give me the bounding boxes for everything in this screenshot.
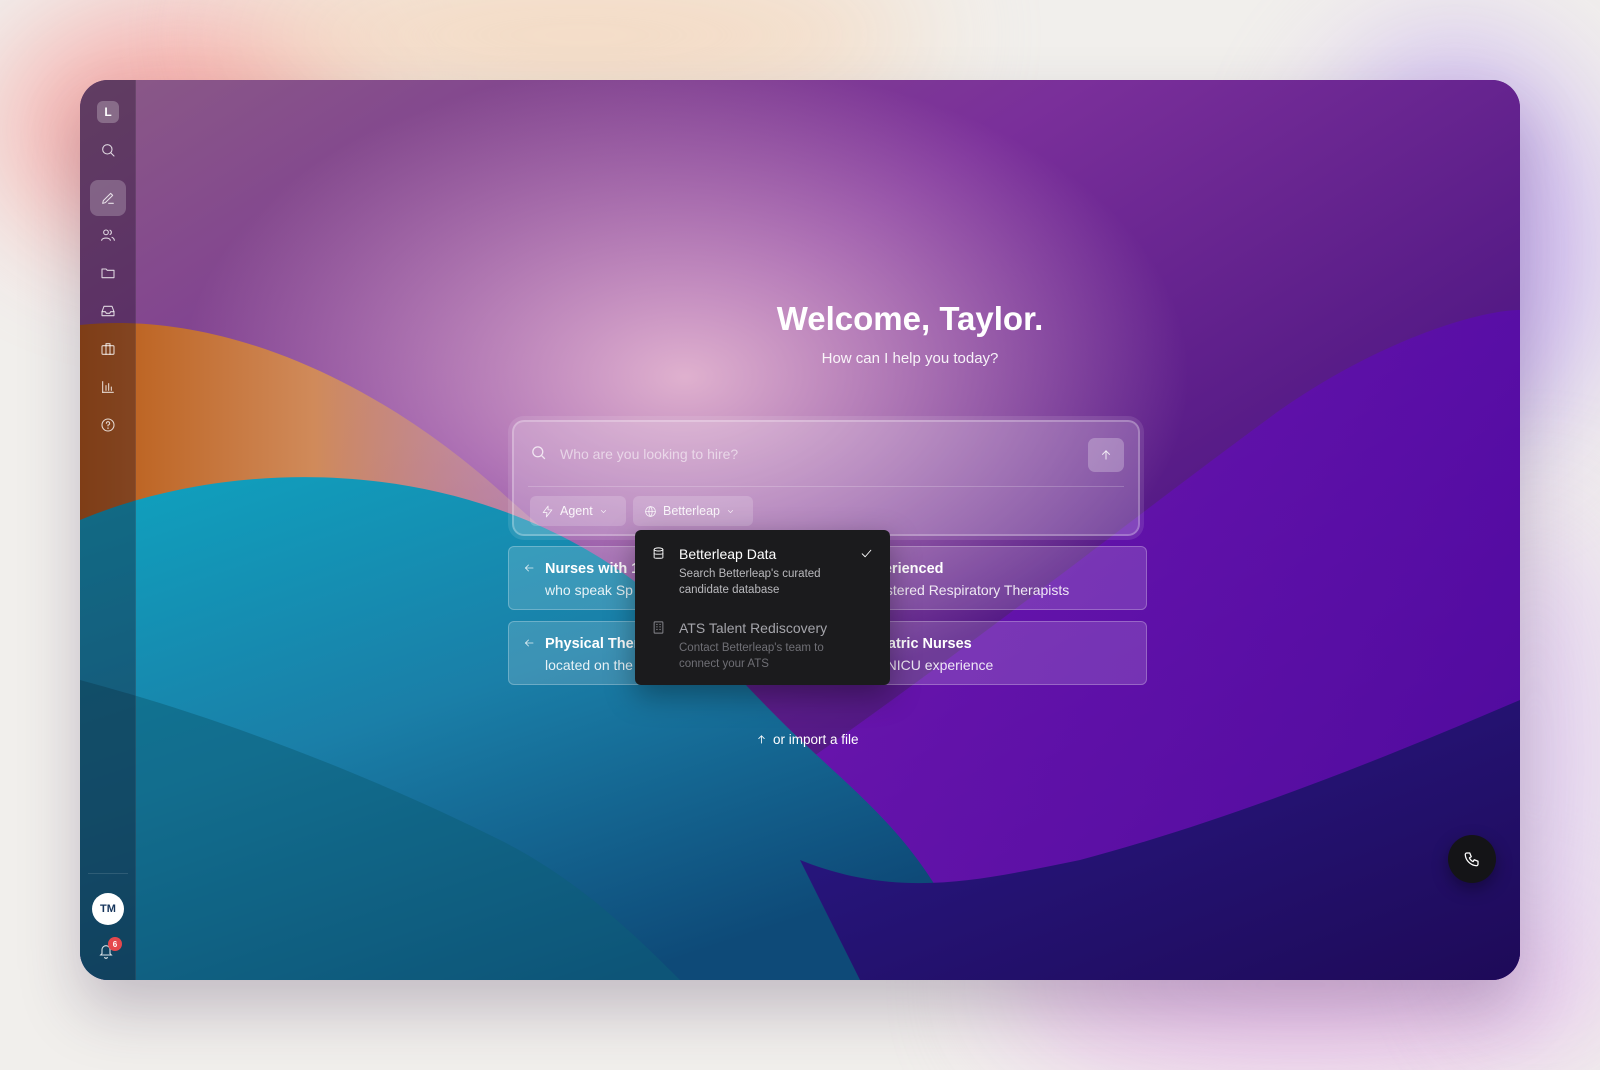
source-option-title: Betterleap Data <box>679 546 777 562</box>
notification-count-badge: 6 <box>108 937 122 951</box>
arrow-up-icon <box>758 734 765 744</box>
source-dropdown[interactable]: Betterleap <box>633 496 753 526</box>
sidebar-item-analytics[interactable] <box>90 369 126 405</box>
user-avatar[interactable]: TM <box>92 893 124 925</box>
source-option-ats-talent-rediscovery[interactable]: ATS Talent Rediscovery Contact Betterlea… <box>635 604 890 674</box>
help-circle-icon <box>101 418 115 432</box>
lightning-icon <box>542 505 553 517</box>
call-button[interactable] <box>1448 835 1496 883</box>
globe-icon <box>645 505 656 517</box>
arrow-up-icon <box>1101 450 1111 460</box>
agent-mode-label: Agent <box>560 504 593 518</box>
briefcase-icon <box>101 343 115 355</box>
sidebar-item-jobs[interactable] <box>90 331 126 367</box>
source-option-description: Search Betterleap's curated candidate da… <box>679 568 821 596</box>
suggestion-title: Nurses with 1 <box>545 561 635 577</box>
check-icon <box>860 547 874 561</box>
sidebar-item-candidates[interactable] <box>90 217 126 253</box>
workspace-logo[interactable]: L <box>97 101 119 123</box>
suggestion-subtitle: n NICU experience <box>875 657 994 673</box>
search-input[interactable] <box>558 442 1062 466</box>
inbox-icon <box>101 305 115 317</box>
import-file-link[interactable]: or import a file <box>756 730 859 748</box>
phone-icon <box>1464 852 1479 867</box>
sidebar-item-inbox[interactable] <box>90 293 126 329</box>
suggestion-title: Physical Ther <box>545 636 635 652</box>
suggestion-subtitle: who speak Sp <box>545 582 633 598</box>
sidebar-item-help[interactable] <box>90 407 126 443</box>
sidebar-item-projects[interactable] <box>90 255 126 291</box>
users-icon <box>101 229 115 241</box>
arrow-left-icon <box>523 636 535 648</box>
agent-mode-dropdown[interactable]: Agent <box>530 496 626 526</box>
bar-chart-icon <box>102 381 114 393</box>
sidebar-divider <box>88 873 128 874</box>
source-option-betterleap-data[interactable]: Betterleap Data Search Betterleap's cura… <box>635 530 890 600</box>
source-dropdown-menu: Betterleap Data Search Betterleap's cura… <box>635 530 890 685</box>
page-subtitle: How can I help you today? <box>821 350 999 367</box>
arrow-left-icon <box>523 561 535 573</box>
import-file-label: or import a file <box>773 731 859 747</box>
database-icon <box>651 546 667 562</box>
search-card: Agent Betterleap <box>512 420 1140 536</box>
pencil-icon <box>102 192 114 204</box>
suggestion-subtitle: gistered Respiratory Therapists <box>875 582 1070 598</box>
page-title: Welcome, Taylor. <box>776 300 1044 337</box>
search-card-divider <box>528 486 1124 487</box>
suggestion-subtitle: located on the <box>545 657 633 673</box>
sidebar-item-new-search[interactable] <box>90 180 126 216</box>
sidebar-item-search[interactable] <box>90 132 126 168</box>
chevron-down-icon <box>727 509 734 513</box>
app-window: L TM 6 Welcome, Taylor. How can I help y… <box>80 80 1520 980</box>
source-option-title: ATS Talent Rediscovery <box>679 620 828 636</box>
source-option-description: Contact Betterleap's team to connect you… <box>679 642 824 670</box>
search-icon <box>530 444 548 462</box>
building-icon <box>651 620 667 636</box>
search-icon <box>102 144 115 157</box>
chevron-down-icon <box>600 509 606 513</box>
submit-button[interactable] <box>1088 438 1124 472</box>
folder-icon <box>101 268 115 279</box>
source-label: Betterleap <box>663 504 720 518</box>
sidebar: L TM 6 <box>80 80 136 980</box>
